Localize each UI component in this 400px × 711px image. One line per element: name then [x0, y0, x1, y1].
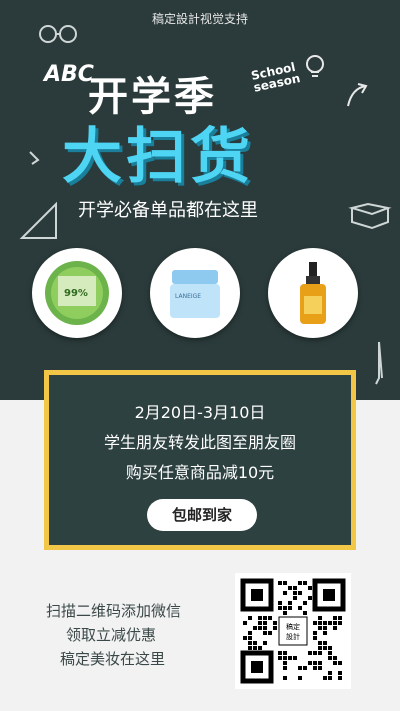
svg-text:設計: 設計 [286, 632, 300, 641]
svg-text:稿定: 稿定 [286, 622, 300, 631]
serum-bottle-image [300, 262, 326, 324]
laneige-jar-image: LANEIGE [170, 270, 220, 318]
glasses-icon [39, 25, 77, 43]
footer-line3: 稿定美妆在这里 [60, 650, 166, 668]
pencil-icon [375, 341, 383, 385]
qr-code-image: 稿定 設計 [240, 578, 346, 684]
triangle-ruler-icon [19, 201, 57, 239]
sparkle-doodle [29, 151, 40, 165]
arrow-icon [347, 83, 368, 107]
product-laneige-cream[interactable]: LANEIGE [150, 248, 240, 338]
subtitle: 开学必备单品都在这里 [78, 200, 258, 221]
free-shipping-button[interactable]: 包邮到家 [147, 499, 257, 531]
product-aloe-gel[interactable]: 99% [32, 248, 122, 338]
promo-board: 2月20日-3月10日 学生朋友转发此图至朋友圈 购买任意商品减10元 包邮到家 [44, 370, 356, 550]
promo-date: 2月20日-3月10日 [134, 403, 266, 422]
abc-doodle: ABC [44, 62, 94, 87]
svg-text:LANEIGE: LANEIGE [175, 293, 201, 300]
lightbulb-icon [306, 55, 324, 77]
footer-line2: 领取立减优惠 [66, 626, 157, 644]
promo-line3: 购买任意商品减10元 [125, 463, 275, 482]
product-hair-serum[interactable] [268, 248, 358, 338]
svg-text:99%: 99% [64, 288, 88, 299]
footer-line1: 扫描二维码添加微信 [46, 602, 182, 620]
book-icon [348, 202, 392, 230]
qr-code[interactable]: 稿定 設計 [235, 573, 351, 689]
promo-line2: 学生朋友转发此图至朋友圈 [103, 433, 296, 452]
aloe-jar-image: 99% [45, 261, 109, 325]
title-line2: 大扫货 [62, 122, 254, 192]
